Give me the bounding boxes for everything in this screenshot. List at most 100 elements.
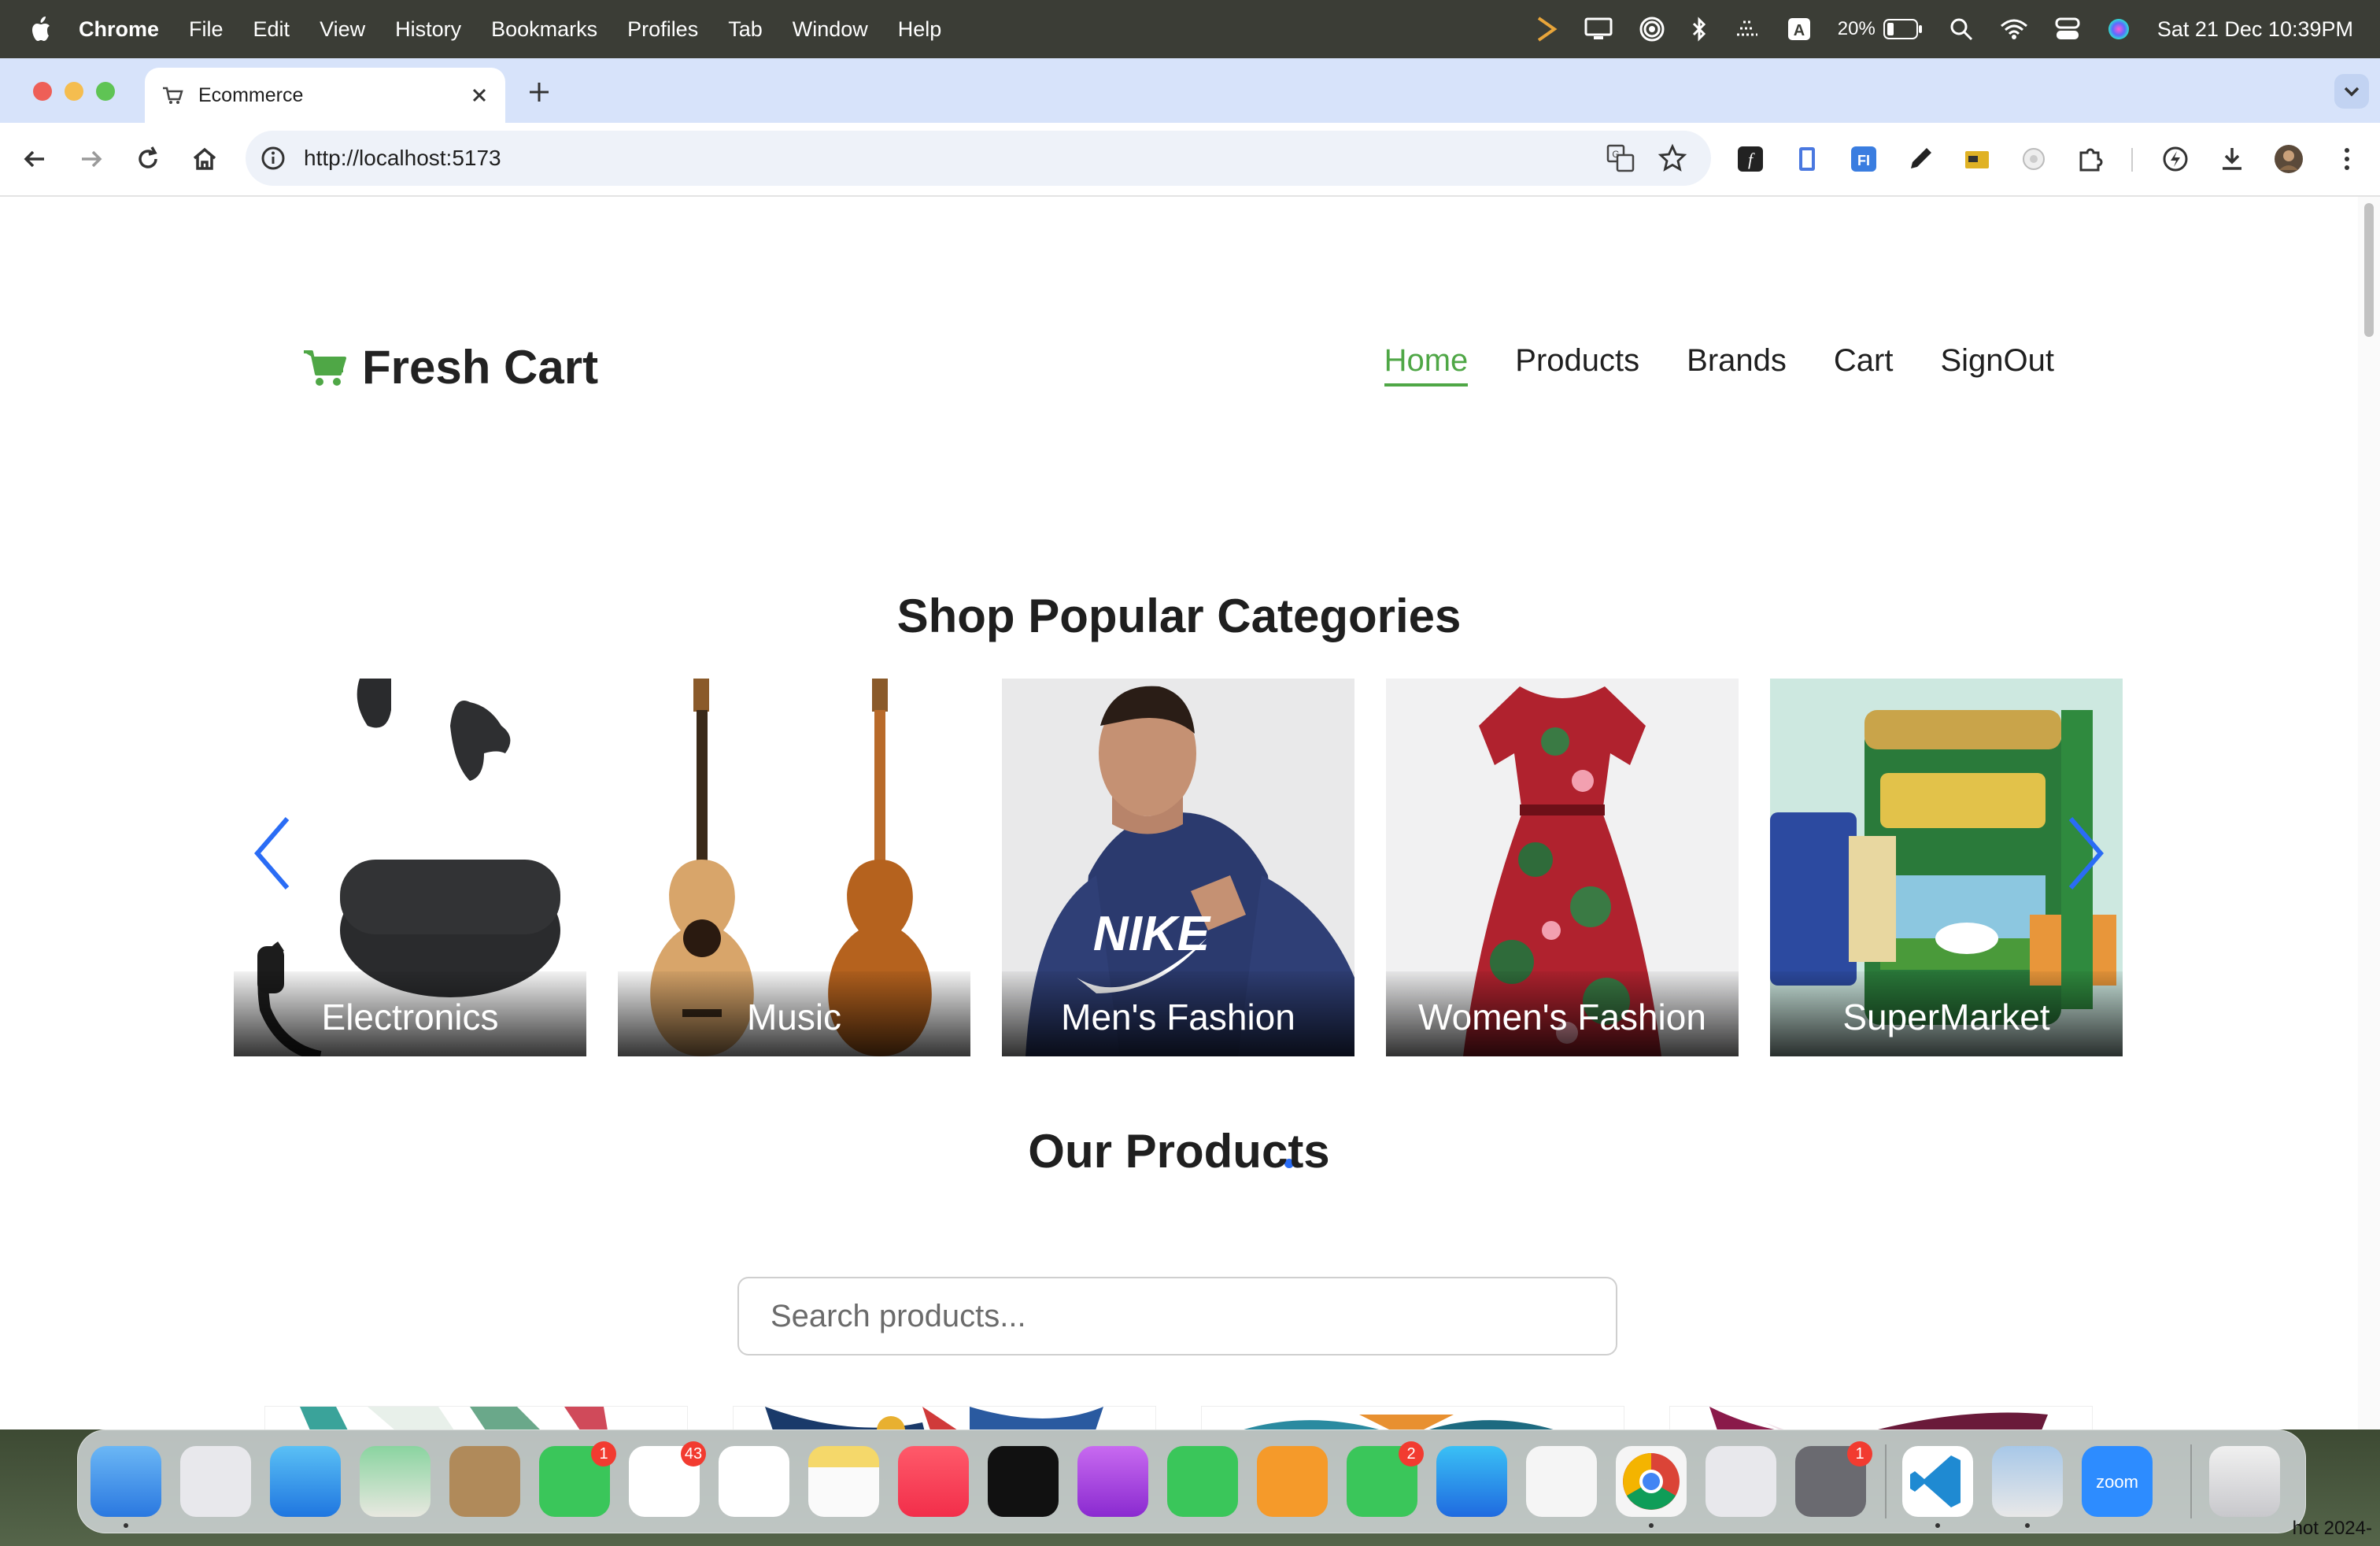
download-icon[interactable] xyxy=(2216,143,2248,175)
wifi-icon[interactable] xyxy=(2000,18,2028,40)
carousel-prev-arrow-icon[interactable] xyxy=(249,814,297,893)
forward-arrow-icon[interactable] xyxy=(76,143,107,175)
reload-icon[interactable] xyxy=(132,143,164,175)
window-close-button[interactable] xyxy=(33,82,52,101)
dock-messages-icon[interactable]: 2 xyxy=(1347,1441,1424,1517)
menu-app-name[interactable]: Chrome xyxy=(79,17,159,42)
dock-mail-icon[interactable] xyxy=(270,1446,341,1517)
dock-system-settings-icon[interactable]: 1 xyxy=(1795,1441,1872,1517)
product-search-input[interactable] xyxy=(737,1277,1617,1356)
nav-brands-link[interactable]: Brands xyxy=(1687,343,1787,386)
menu-file[interactable]: File xyxy=(189,17,224,42)
camera-extension-icon[interactable] xyxy=(2018,143,2049,175)
menu-window[interactable]: Window xyxy=(793,17,868,42)
menu-help[interactable]: Help xyxy=(898,17,942,42)
category-card-mens-fashion[interactable]: NIKE Men's Fashion xyxy=(1002,679,1354,1056)
dock-vscode-icon[interactable] xyxy=(1902,1446,1973,1517)
input-source-icon[interactable]: A xyxy=(1787,17,1811,41)
bluetooth-icon[interactable] xyxy=(1691,17,1707,42)
dock-chrome-icon[interactable] xyxy=(1616,1446,1687,1517)
tab-search-button[interactable] xyxy=(2334,74,2369,109)
messages-badge: 2 xyxy=(1399,1441,1424,1466)
chevron-down-icon xyxy=(2344,87,2360,97)
menu-tab[interactable]: Tab xyxy=(728,17,763,42)
menu-bar-clock[interactable]: Sat 21 Dec 10:39PM xyxy=(2157,17,2353,42)
spotlight-search-icon[interactable] xyxy=(1949,17,1973,41)
extensions-puzzle-icon[interactable] xyxy=(2075,143,2106,175)
font-finder-extension-icon[interactable]: f xyxy=(1735,143,1766,175)
nav-cart-link[interactable]: Cart xyxy=(1834,343,1894,386)
nav-signout-link[interactable]: SignOut xyxy=(1940,343,2054,386)
dock-safari-icon[interactable] xyxy=(1526,1446,1597,1517)
dock-trash-icon[interactable] xyxy=(2209,1446,2280,1517)
product-card[interactable] xyxy=(1201,1406,1624,1429)
siri-icon[interactable] xyxy=(2107,17,2131,41)
dock-reminders-icon[interactable]: 43 xyxy=(629,1441,706,1517)
product-card[interactable] xyxy=(733,1406,1156,1429)
menu-profiles[interactable]: Profiles xyxy=(627,17,698,42)
battery-status[interactable]: 20% xyxy=(1838,18,1923,40)
category-card-music[interactable]: Music xyxy=(618,679,970,1056)
home-icon[interactable] xyxy=(189,143,220,175)
airplay-icon[interactable] xyxy=(1734,17,1761,41)
bookmark-star-icon[interactable] xyxy=(1658,143,1687,173)
airdrop-icon[interactable] xyxy=(1639,17,1665,42)
product-card[interactable] xyxy=(1669,1406,2093,1429)
menu-view[interactable]: View xyxy=(320,17,365,42)
url-text[interactable]: http://localhost:5173 xyxy=(304,146,501,171)
categories-heading: Shop Popular Categories xyxy=(896,590,1462,642)
dock-facetime-icon[interactable]: 1 xyxy=(539,1441,616,1517)
control-center-icon[interactable] xyxy=(2055,17,2080,41)
back-arrow-icon[interactable] xyxy=(19,143,50,175)
performance-icon[interactable] xyxy=(2160,143,2191,175)
dock-preview-icon[interactable] xyxy=(1992,1446,2063,1517)
fi-extension-icon[interactable]: FI xyxy=(1848,143,1879,175)
more-menu-icon[interactable] xyxy=(2331,143,2363,175)
page-scrollbar[interactable] xyxy=(2357,197,2380,1429)
dock-contacts-icon[interactable] xyxy=(449,1446,520,1517)
scrollbar-thumb[interactable] xyxy=(2364,203,2374,337)
window-zoom-button[interactable] xyxy=(96,82,115,101)
dock-iphone-mirroring-icon[interactable] xyxy=(1706,1446,1776,1517)
nav-home-link[interactable]: Home xyxy=(1384,343,1469,386)
browser-toolbar: http://localhost:5173 G f FI xyxy=(0,123,2380,197)
dock-zoom-icon[interactable]: zoom xyxy=(2082,1446,2153,1517)
carousel-next-arrow-icon[interactable] xyxy=(2061,814,2108,893)
address-bar[interactable]: http://localhost:5173 G xyxy=(246,131,1711,186)
dock-music-icon[interactable] xyxy=(898,1446,969,1517)
tab-close-icon[interactable] xyxy=(468,83,491,107)
site-brand[interactable]: Fresh Cart xyxy=(302,340,598,394)
profile-avatar-icon[interactable] xyxy=(2273,143,2304,175)
document-extension-icon[interactable] xyxy=(1791,143,1823,175)
battery-percent: 20% xyxy=(1837,18,1876,39)
macos-menu-bar: Chrome File Edit View History Bookmarks … xyxy=(0,0,2380,58)
tab-ecommerce[interactable]: Ecommerce xyxy=(145,68,505,123)
category-card-womens-fashion[interactable]: Women's Fashion xyxy=(1386,679,1739,1056)
folder-extension-icon[interactable] xyxy=(1961,143,1993,175)
nav-products-link[interactable]: Products xyxy=(1515,343,1639,386)
dock-freeform-icon[interactable] xyxy=(719,1446,789,1517)
dock-pages-icon[interactable] xyxy=(1257,1446,1328,1517)
tab-title: Ecommerce xyxy=(198,83,304,106)
dock-notes-icon[interactable] xyxy=(808,1446,879,1517)
dock-numbers-icon[interactable] xyxy=(1167,1446,1238,1517)
dock-app-store-icon[interactable] xyxy=(1436,1446,1507,1517)
dock-maps-icon[interactable] xyxy=(360,1446,431,1517)
menu-edit[interactable]: Edit xyxy=(253,17,290,42)
display-icon[interactable] xyxy=(1584,17,1613,41)
menu-bookmarks[interactable]: Bookmarks xyxy=(491,17,597,42)
dock-podcasts-icon[interactable] xyxy=(1077,1446,1148,1517)
play-icon[interactable] xyxy=(1534,16,1558,43)
dock-tv-icon[interactable] xyxy=(988,1446,1059,1517)
dock-launchpad-icon[interactable] xyxy=(180,1446,251,1517)
new-tab-icon[interactable] xyxy=(526,79,552,105)
menu-history[interactable]: History xyxy=(395,17,461,42)
site-info-icon[interactable] xyxy=(260,145,286,172)
eyedropper-extension-icon[interactable] xyxy=(1905,143,1936,175)
dock-finder-icon[interactable] xyxy=(91,1446,161,1517)
product-card[interactable] xyxy=(264,1406,688,1429)
translate-icon[interactable]: G xyxy=(1606,143,1635,173)
apple-icon[interactable] xyxy=(28,16,52,43)
system-settings-badge: 1 xyxy=(1847,1441,1872,1466)
window-minimize-button[interactable] xyxy=(65,82,83,101)
